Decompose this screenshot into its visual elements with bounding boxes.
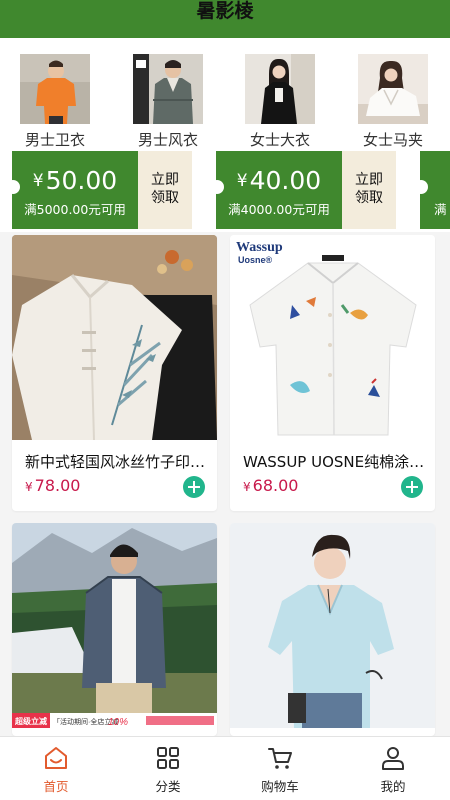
product-card[interactable] xyxy=(230,523,435,736)
home-icon xyxy=(43,745,69,771)
orange-shirt-man-photo xyxy=(20,54,90,124)
category-item-womens-vest[interactable]: 女士马夹 xyxy=(341,54,445,150)
product-card[interactable]: 新中式轻国风冰丝竹子印花衬衫 ¥78.00 xyxy=(12,235,217,511)
black-coat-woman-photo xyxy=(245,54,315,124)
tab-label: 首页 xyxy=(43,779,69,794)
jacket-man-photo xyxy=(133,54,203,124)
category-item-mens-sweatshirt[interactable]: 男士卫衣 xyxy=(3,54,107,150)
category-item-womens-coat[interactable]: 女士大衣 xyxy=(228,54,332,150)
coupon-condition: 满4000.00元可用 xyxy=(228,202,330,217)
coupon-amount: ¥40.00 xyxy=(236,166,322,195)
category-label: 男士卫衣 xyxy=(24,131,85,149)
tab-label: 购物车 xyxy=(261,779,299,794)
tab-cart[interactable]: 购物车 xyxy=(224,737,336,800)
promo-banner-text: 超级立减 xyxy=(14,716,47,726)
product-name: 新中式轻国风冰丝竹子印花衬衫 xyxy=(25,453,207,471)
light-blue-shirt-model-photo xyxy=(230,523,435,728)
profile-icon xyxy=(380,745,406,771)
coupon-condition: 满5000.00元可用 xyxy=(24,202,126,217)
add-to-cart-button[interactable] xyxy=(183,476,205,498)
claim-label-line1: 立即 xyxy=(355,172,383,188)
brand-logo-text: Wassup xyxy=(236,240,283,255)
brand-logo-text: Uosne® xyxy=(238,255,273,265)
category-label: 女士马夹 xyxy=(362,131,423,149)
product-name: WASSUP UOSNE纯棉涂鸦短袖衬衫 xyxy=(243,453,425,471)
coupon-claim-button[interactable]: 立即 领取 xyxy=(342,151,396,229)
denim-shirt-model-photo: 超级立减 「活动期间·全店立减 10% xyxy=(12,523,217,728)
coupon-card-partial[interactable]: 满 xyxy=(414,151,450,229)
graffiti-white-shirt-photo: Wassup Uosne® xyxy=(230,235,435,440)
product-card[interactable]: Wassup Uosne® WASSUP UOSNE纯棉涂鸦短袖衬衫 ¥68.0… xyxy=(230,235,435,511)
coupon-claim-button[interactable]: 立即 领取 xyxy=(138,151,192,229)
tab-category[interactable]: 分类 xyxy=(112,737,224,800)
coupon-card: ¥40.00 满4000.00元可用 立即 领取 xyxy=(210,151,396,229)
coupon-amount: ¥50.00 xyxy=(32,166,118,195)
coupon-strip: ¥50.00 满5000.00元可用 立即 领取 ¥40.00 满4000.00… xyxy=(0,150,450,232)
tab-home[interactable]: 首页 xyxy=(0,737,112,800)
add-to-cart-button[interactable] xyxy=(401,476,423,498)
promo-banner-percent: 10% xyxy=(108,717,128,728)
product-card[interactable]: 超级立减 「活动期间·全店立减 10% xyxy=(12,523,217,736)
category-item-mens-trench[interactable]: 男士风衣 xyxy=(116,54,220,150)
cart-icon xyxy=(267,745,293,771)
product-price: ¥68.00 xyxy=(243,476,299,495)
tab-label: 我的 xyxy=(380,779,406,794)
claim-label-line2: 领取 xyxy=(355,190,383,206)
white-vest-woman-photo xyxy=(358,54,428,124)
category-row: 男士卫衣 男士风衣 女士大衣 女士马夹 xyxy=(0,38,450,150)
tab-label: 分类 xyxy=(155,779,181,794)
coupon-notch xyxy=(414,180,428,194)
coupon-condition: 满 xyxy=(434,202,447,217)
category-grid-icon xyxy=(155,745,181,771)
coupon-value-panel: ¥40.00 满4000.00元可用 xyxy=(210,151,342,229)
product-price: ¥78.00 xyxy=(25,476,81,495)
category-label: 男士风衣 xyxy=(137,131,198,149)
claim-label-line1: 立即 xyxy=(151,172,179,188)
tab-profile[interactable]: 我的 xyxy=(337,737,449,800)
bottom-tab-bar: 首页 分类 购物车 我的 xyxy=(0,736,450,800)
category-label: 女士大衣 xyxy=(249,131,310,149)
coupon-card: ¥50.00 满5000.00元可用 立即 领取 xyxy=(6,151,192,229)
claim-label-line2: 领取 xyxy=(151,190,179,206)
coupon-value-panel: ¥50.00 满5000.00元可用 xyxy=(6,151,138,229)
app-header: 暑影棱 xyxy=(0,0,450,38)
bamboo-print-shirt-photo xyxy=(12,235,217,440)
page-title: 暑影棱 xyxy=(196,0,254,22)
